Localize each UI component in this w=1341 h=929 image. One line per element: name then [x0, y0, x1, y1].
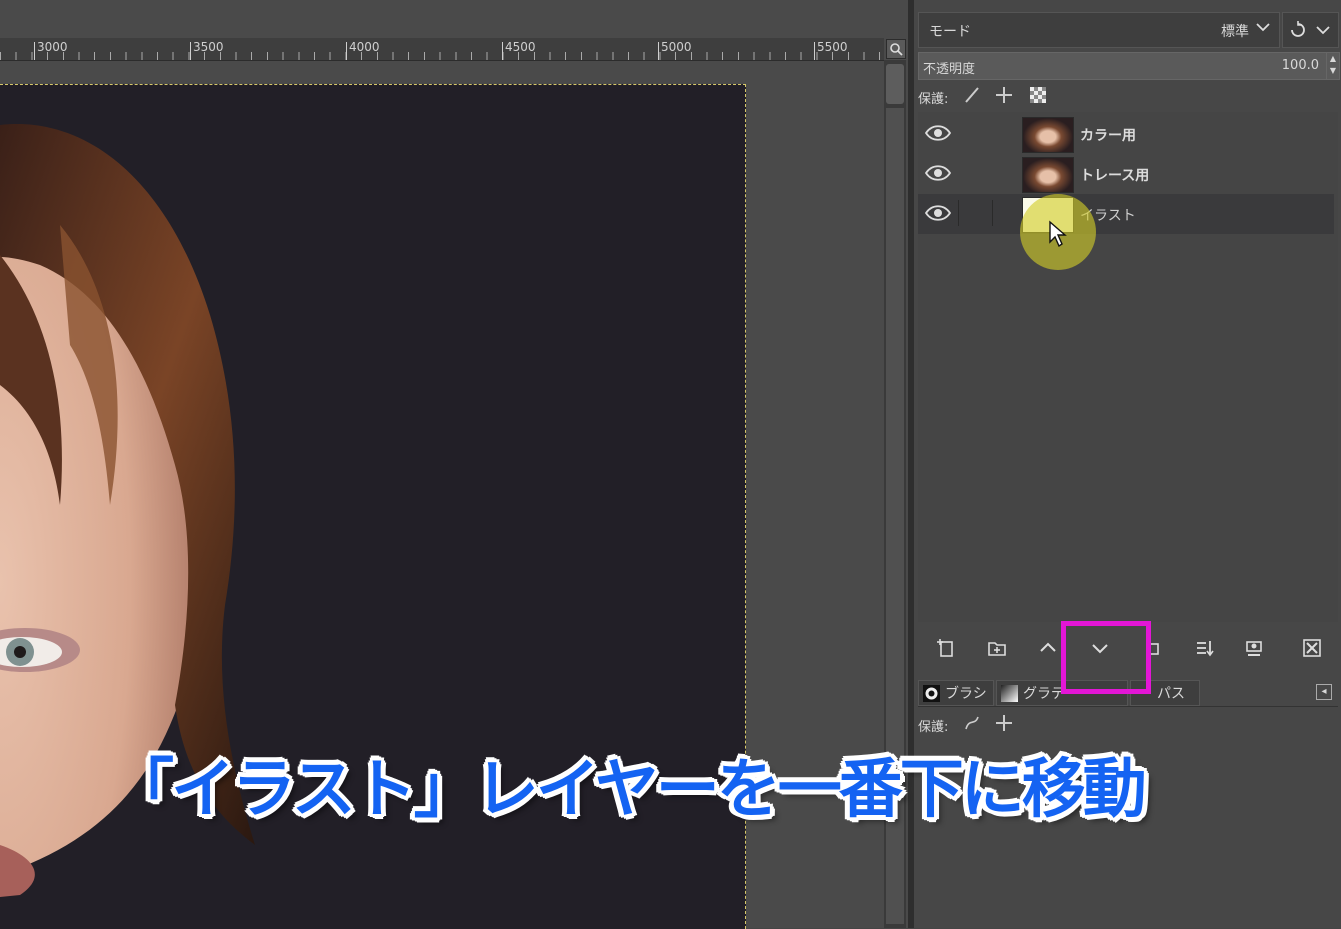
ruler-label: 4000	[349, 40, 380, 54]
lock-alpha-icon[interactable]	[1028, 86, 1048, 106]
new-layer-icon[interactable]	[930, 638, 962, 666]
opacity-label: 不透明度	[923, 62, 976, 77]
tab-menu-icon[interactable]: ◂	[1316, 684, 1332, 700]
annotation-highlight-box	[1061, 621, 1151, 694]
ruler-label: 5000	[661, 40, 692, 54]
tab-brushes[interactable]: ブラシ	[918, 680, 994, 706]
layer-thumbnail[interactable]	[1022, 157, 1074, 193]
ruler-major-tick	[346, 42, 347, 60]
opacity-spinner[interactable]: ▲ ▼	[1326, 52, 1340, 80]
ruler-major-tick	[34, 42, 35, 60]
ruler-major-tick	[190, 42, 191, 60]
layer-row-selected[interactable]: イラスト	[918, 194, 1334, 234]
caption-text: 「イラスト」レイヤーを一番下に移動	[110, 753, 1147, 827]
brush-icon	[923, 685, 940, 702]
chevron-down-icon	[1315, 22, 1331, 42]
layer-name[interactable]: トレース用	[1080, 165, 1149, 185]
horizontal-ruler[interactable]: 3000 3500 4000 4500 5000 5500	[0, 38, 884, 61]
layer-thumbnail[interactable]	[1022, 117, 1074, 153]
chain-separator	[992, 200, 993, 226]
eye-icon[interactable]	[924, 202, 952, 224]
ruler-major-tick	[814, 42, 815, 60]
eye-icon[interactable]	[924, 162, 952, 184]
ruler-label: 3000	[37, 40, 68, 54]
chevron-down-icon	[1255, 19, 1271, 39]
mode-label: モード	[929, 24, 971, 40]
tab-label: ブラシ	[945, 686, 987, 702]
tab-label: パス	[1157, 686, 1185, 702]
mode-reset-button[interactable]	[1282, 12, 1339, 48]
new-layer-group-icon[interactable]	[981, 638, 1013, 666]
lock-label: 保護:	[918, 92, 949, 107]
layer-row[interactable]: トレース用	[918, 154, 1334, 194]
chain-separator	[958, 200, 959, 226]
mode-select[interactable]: モード 標準	[918, 12, 1280, 48]
lock-pixels-icon[interactable]	[962, 86, 982, 106]
lock-position-icon[interactable]	[994, 714, 1014, 734]
layer-row[interactable]: カラー用	[918, 114, 1334, 154]
raise-layer-icon[interactable]	[1032, 638, 1064, 666]
merge-down-icon[interactable]	[1188, 638, 1220, 666]
ruler-label: 3500	[193, 40, 224, 54]
reset-icon	[1289, 21, 1307, 43]
layer-list[interactable]: カラー用 トレース用 イラスト	[918, 112, 1338, 622]
ruler-label: 5500	[817, 40, 848, 54]
lock-path-icon[interactable]	[962, 714, 982, 734]
mouse-cursor-icon	[1048, 220, 1068, 248]
tab-label: グラデ	[1023, 686, 1065, 702]
path-lock-row: 保護:	[918, 712, 1118, 736]
zoom-icon[interactable]	[886, 39, 906, 59]
layer-name[interactable]: カラー用	[1080, 125, 1136, 145]
scrollbar-thumb[interactable]	[886, 64, 904, 104]
ruler-major-tick	[658, 42, 659, 60]
ruler-major-tick	[502, 42, 503, 60]
ruler-minor-ticks	[0, 52, 884, 60]
lock-label: 保護:	[918, 720, 949, 735]
mode-value: 標準	[1221, 24, 1249, 40]
opacity-value: 100.0	[1281, 58, 1319, 73]
delete-layer-icon[interactable]	[1296, 638, 1328, 666]
lock-row: 保護:	[918, 84, 1338, 108]
eye-icon[interactable]	[924, 122, 952, 144]
opacity-field[interactable]: 不透明度 100.0	[918, 52, 1328, 80]
add-mask-icon[interactable]	[1238, 638, 1270, 666]
gradient-icon	[1001, 685, 1018, 702]
ruler-label: 4500	[505, 40, 536, 54]
lock-position-icon[interactable]	[994, 86, 1014, 106]
